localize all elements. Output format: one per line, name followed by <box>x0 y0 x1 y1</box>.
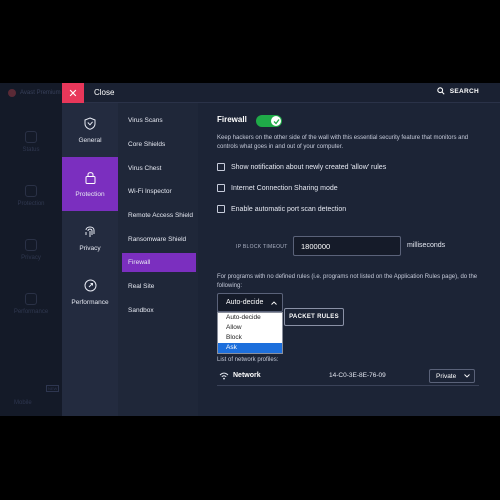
settings-nav: General Protection Privacy Performance <box>62 103 118 416</box>
subnav-remote-access-shield[interactable]: Remote Access Shield <box>122 206 196 225</box>
checkbox[interactable] <box>217 205 225 213</box>
subnav-ransomware-shield[interactable]: Ransomware Shield <box>122 230 196 249</box>
background-mobile-label: Mobile <box>14 400 32 406</box>
select-value: Auto-decide <box>226 299 264 306</box>
close-button[interactable]: ✕ <box>62 83 84 103</box>
background-item-label: Privacy <box>21 255 41 261</box>
network-profiles-label: List of network profiles: <box>217 357 279 363</box>
settings-window: Avast Premium Status Protection Privacy … <box>0 83 500 416</box>
ip-block-timeout-input[interactable]: 1800000 <box>293 236 401 256</box>
ip-block-timeout-label: IP BLOCK TIMEOUT <box>236 244 288 250</box>
dropdown-option-allow[interactable]: Allow <box>218 323 282 333</box>
firewall-toggle[interactable] <box>256 115 282 127</box>
nav-item-label: General <box>78 136 102 144</box>
nav-item-label: Privacy <box>79 244 101 252</box>
close-label[interactable]: Close <box>94 88 114 97</box>
background-app-title: Avast Premium <box>8 89 61 97</box>
network-icon <box>219 372 229 380</box>
search-button[interactable]: SEARCH <box>437 87 479 95</box>
option-port-scan-detection[interactable]: Enable automatic port scan detection <box>217 205 346 213</box>
background-item-label: Status <box>22 147 40 153</box>
chevron-up-icon <box>271 300 277 305</box>
checkmark-icon <box>273 118 280 124</box>
lock-icon <box>85 171 95 184</box>
rocket-icon <box>25 293 37 305</box>
background-item-status: Status <box>0 115 62 169</box>
network-profile-row: Network 14-C0-3E-8E-76-09 Private <box>217 366 479 386</box>
nav-item-label: Performance <box>71 298 109 306</box>
subnav-wifi-inspector[interactable]: Wi-Fi Inspector <box>122 182 196 201</box>
avast-logo-icon <box>8 89 16 97</box>
background-item-privacy: Privacy <box>0 223 62 277</box>
dropdown-option-auto-decide[interactable]: Auto-decide <box>218 313 282 323</box>
status-icon <box>25 131 37 143</box>
packet-rules-button[interactable]: PACKET RULES <box>284 308 344 326</box>
checkbox[interactable] <box>217 184 225 192</box>
dropdown-option-ask[interactable]: Ask <box>218 343 282 353</box>
network-name: Network <box>233 372 261 379</box>
subnav-firewall[interactable]: Firewall <box>122 253 196 272</box>
dropdown-option-block[interactable]: Block <box>218 333 282 343</box>
subnav-sandbox[interactable]: Sandbox <box>122 301 196 320</box>
protection-subnav: Virus Scans Core Shields Virus Chest Wi-… <box>118 103 198 416</box>
subnav-real-site[interactable]: Real Site <box>122 277 196 296</box>
option-label: Enable automatic port scan detection <box>231 205 347 213</box>
option-ics-mode[interactable]: Internet Connection Sharing mode <box>217 184 338 192</box>
firewall-description: Keep hackers on the other side of the wa… <box>217 135 469 150</box>
nav-item-label: Protection <box>75 190 105 198</box>
shield-outline-icon <box>84 116 96 130</box>
toggle-knob <box>271 116 281 126</box>
lock-icon <box>25 185 37 197</box>
nav-item-performance[interactable]: Performance <box>62 265 118 319</box>
ip-block-timeout-unit: milliseconds <box>407 242 446 249</box>
fingerprint-icon <box>85 226 95 237</box>
background-item-label: Performance <box>13 309 49 315</box>
nav-item-general[interactable]: General <box>62 103 118 157</box>
subnav-core-shields[interactable]: Core Shields <box>122 135 196 154</box>
default-rule-select[interactable]: Auto-decide <box>217 293 283 312</box>
default-rule-dropdown: Auto-decide Allow Block Ask <box>217 312 283 354</box>
background-app-sidebar: Avast Premium Status Protection Privacy … <box>0 83 62 416</box>
background-item-performance: Performance <box>0 277 62 331</box>
search-icon <box>437 87 445 95</box>
option-notify-allow-rules[interactable]: Show notification about newly created 'a… <box>217 163 386 171</box>
rocket-icon <box>84 279 96 291</box>
close-icon: ✕ <box>68 87 78 100</box>
nav-item-privacy[interactable]: Privacy <box>62 211 118 265</box>
background-app-title-text: Avast Premium <box>20 90 61 96</box>
option-label: Internet Connection Sharing mode <box>231 184 338 192</box>
chevron-down-icon <box>464 374 470 378</box>
new-badge: NEW <box>46 385 60 392</box>
background-item-label: Protection <box>17 201 45 207</box>
background-item-protection: Protection <box>0 169 62 223</box>
checkbox[interactable] <box>217 163 225 171</box>
top-bar: ✕ Close SEARCH <box>62 83 500 103</box>
nav-item-protection[interactable]: Protection <box>62 157 118 211</box>
fingerprint-icon <box>25 239 37 251</box>
network-mac: 14-C0-3E-8E-76-09 <box>329 372 386 379</box>
network-profile-select[interactable]: Private <box>429 369 475 383</box>
firewall-panel: Firewall Keep hackers on the other side … <box>198 103 500 416</box>
subnav-virus-chest[interactable]: Virus Chest <box>122 159 196 178</box>
page-title: Firewall <box>217 115 247 124</box>
subnav-virus-scans[interactable]: Virus Scans <box>122 111 196 130</box>
option-label: Show notification about newly created 'a… <box>231 163 387 171</box>
search-label: SEARCH <box>449 87 479 95</box>
default-rule-description: For programs with no defined rules (i.e.… <box>217 274 478 289</box>
select-value: Private <box>436 372 457 380</box>
